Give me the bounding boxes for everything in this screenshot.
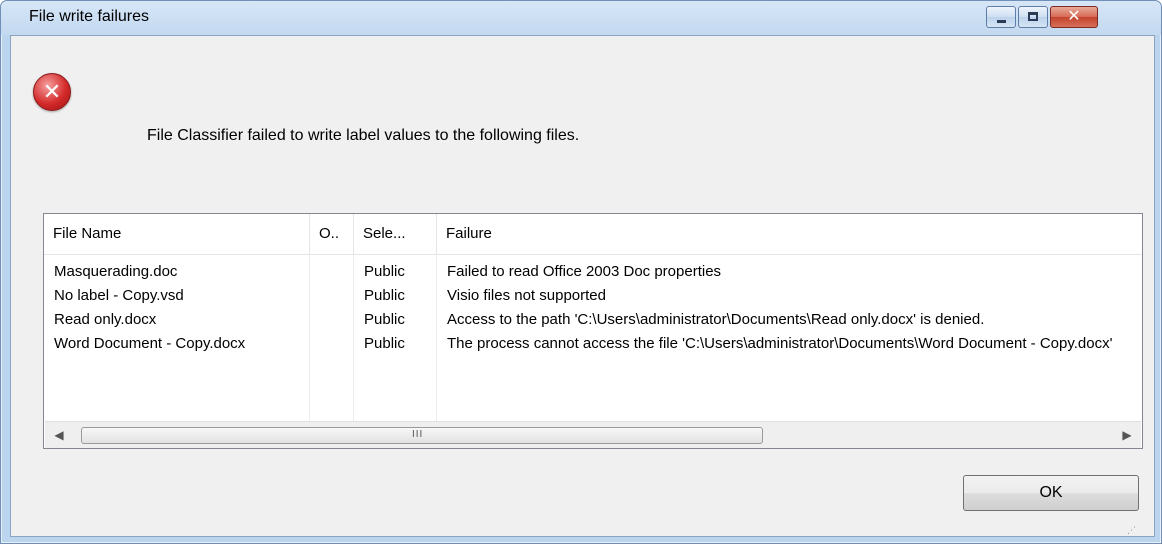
scrollbar-grip-icon: III (412, 429, 424, 440)
error-icon: ✕ (33, 73, 71, 111)
horizontal-scrollbar[interactable]: ◀ III ▶ (45, 421, 1141, 448)
o-cell (310, 284, 354, 308)
o-cell (310, 332, 354, 356)
file-name-cell: Masquerading.doc (54, 263, 178, 280)
title-bar[interactable]: File write failures ✕ (1, 1, 1161, 35)
table-row[interactable]: Read only.docx Public Access to the path… (44, 308, 1142, 332)
window-title: File write failures (29, 8, 150, 25)
selected-cell: Public (364, 311, 405, 328)
column-header-file-name[interactable]: File Name (44, 214, 310, 254)
scroll-left-icon[interactable]: ◀ (45, 422, 73, 448)
ok-button[interactable]: OK (963, 475, 1139, 511)
failure-cell: Access to the path 'C:\Users\administrat… (447, 311, 985, 328)
resize-grip-icon[interactable]: ⋰ (1127, 525, 1136, 536)
selected-cell: Public (364, 263, 405, 280)
maximize-button[interactable] (1018, 6, 1048, 28)
file-name-cell: Read only.docx (54, 311, 157, 328)
dialog-window: File write failures ✕ ✕ File Classifier … (0, 0, 1162, 544)
selected-cell: Public (364, 287, 405, 304)
failures-list[interactable]: File Name O.. Sele... Failure Masqueradi… (43, 213, 1143, 449)
file-name-cell: No label - Copy.vsd (54, 287, 184, 304)
scroll-right-icon[interactable]: ▶ (1113, 422, 1141, 448)
minimize-button[interactable] (986, 6, 1016, 28)
selected-cell: Public (364, 335, 405, 352)
o-cell (310, 260, 354, 284)
column-header-selected[interactable]: Sele... (354, 214, 437, 254)
failure-cell: Visio files not supported (447, 287, 606, 304)
header-divider (44, 254, 1142, 255)
failure-cell: Failed to read Office 2003 Doc propertie… (447, 263, 722, 280)
failure-message: File Classifier failed to write label va… (147, 127, 580, 144)
table-row[interactable]: No label - Copy.vsd Public Visio files n… (44, 284, 1142, 308)
file-name-cell: Word Document - Copy.docx (54, 335, 246, 352)
column-header-o[interactable]: O.. (310, 214, 354, 254)
o-cell (310, 308, 354, 332)
minimize-icon (997, 20, 1006, 23)
table-row[interactable]: Masquerading.doc Public Failed to read O… (44, 260, 1142, 284)
close-icon: ✕ (1067, 8, 1081, 25)
maximize-icon (1028, 12, 1038, 21)
failure-cell: The process cannot access the file 'C:\U… (447, 335, 1113, 352)
scrollbar-thumb[interactable]: III (81, 427, 763, 444)
column-header-failure[interactable]: Failure (437, 214, 1142, 254)
table-row[interactable]: Word Document - Copy.docx Public The pro… (44, 332, 1142, 356)
list-header: File Name O.. Sele... Failure (44, 214, 1142, 254)
close-button[interactable]: ✕ (1050, 6, 1098, 28)
